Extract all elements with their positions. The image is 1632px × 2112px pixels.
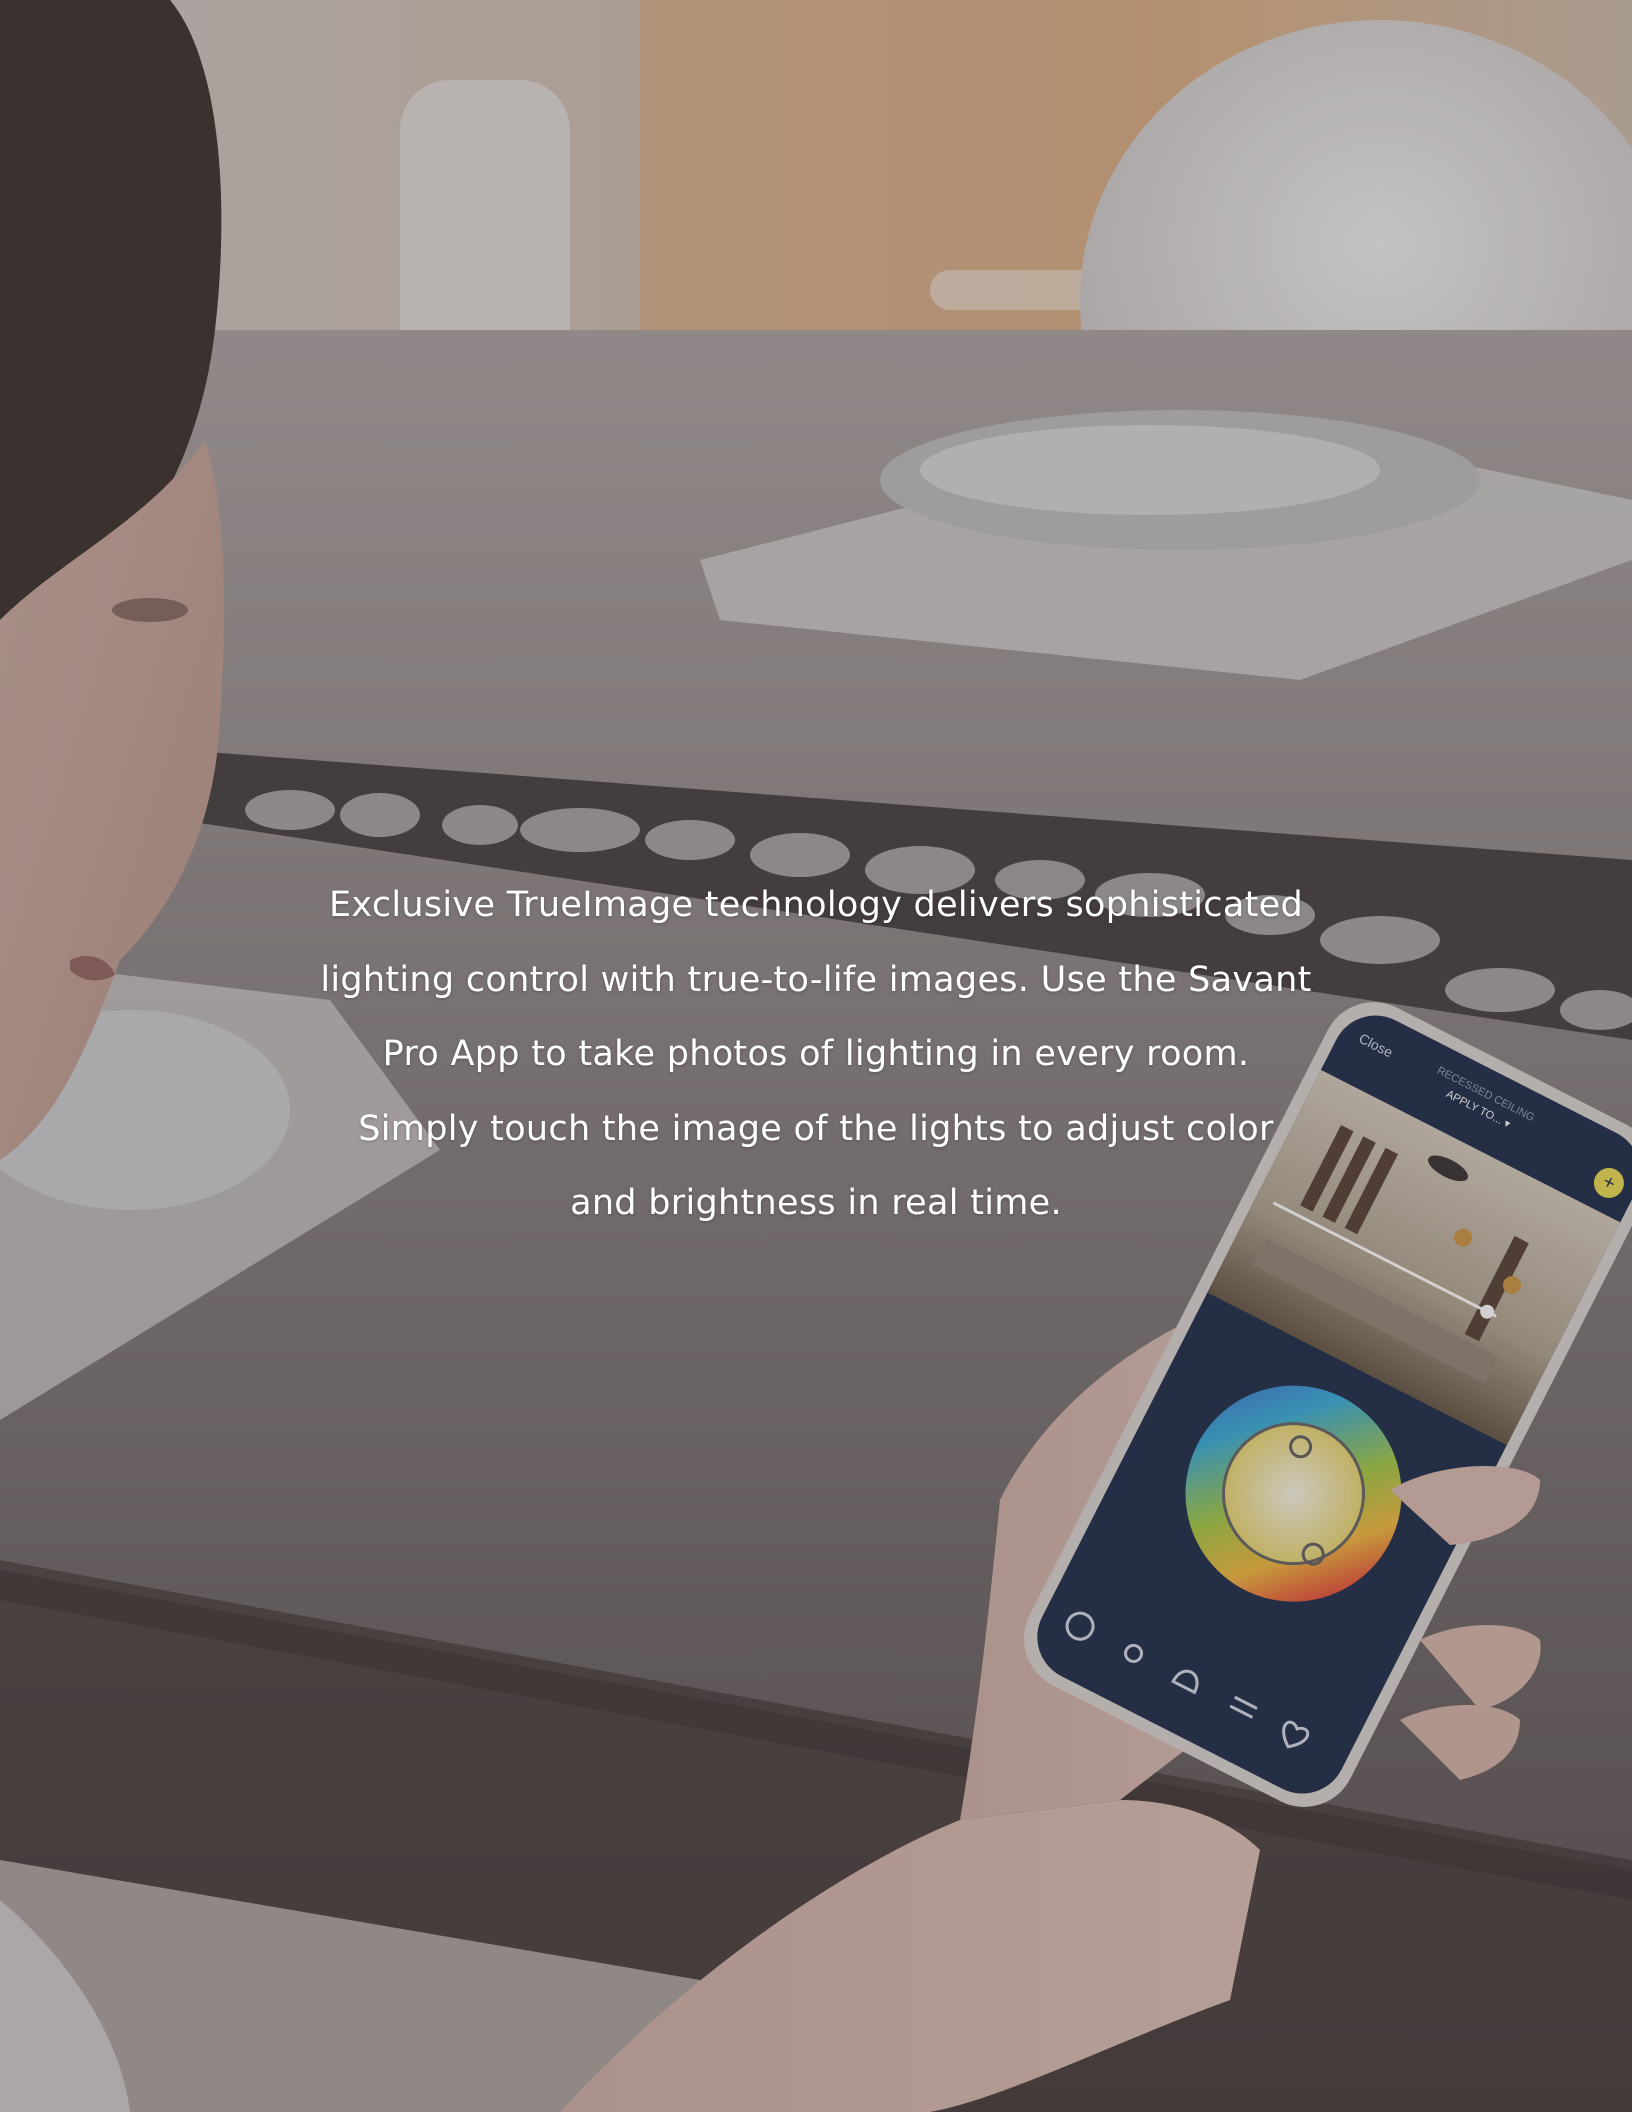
description-line-3: Pro App to take photos of lighting in ev…: [382, 1034, 1250, 1074]
description-line-4: Simply touch the image of the lights to …: [358, 1108, 1274, 1149]
description-line-1: Exclusive TrueImage technology delivers …: [329, 885, 1303, 925]
description-line-5: and brightness in real time.: [570, 1183, 1062, 1223]
description-line-2: lighting control with true-to-life image…: [320, 959, 1312, 1000]
description-text: Exclusive TrueImage technology delivers …: [270, 868, 1362, 1241]
